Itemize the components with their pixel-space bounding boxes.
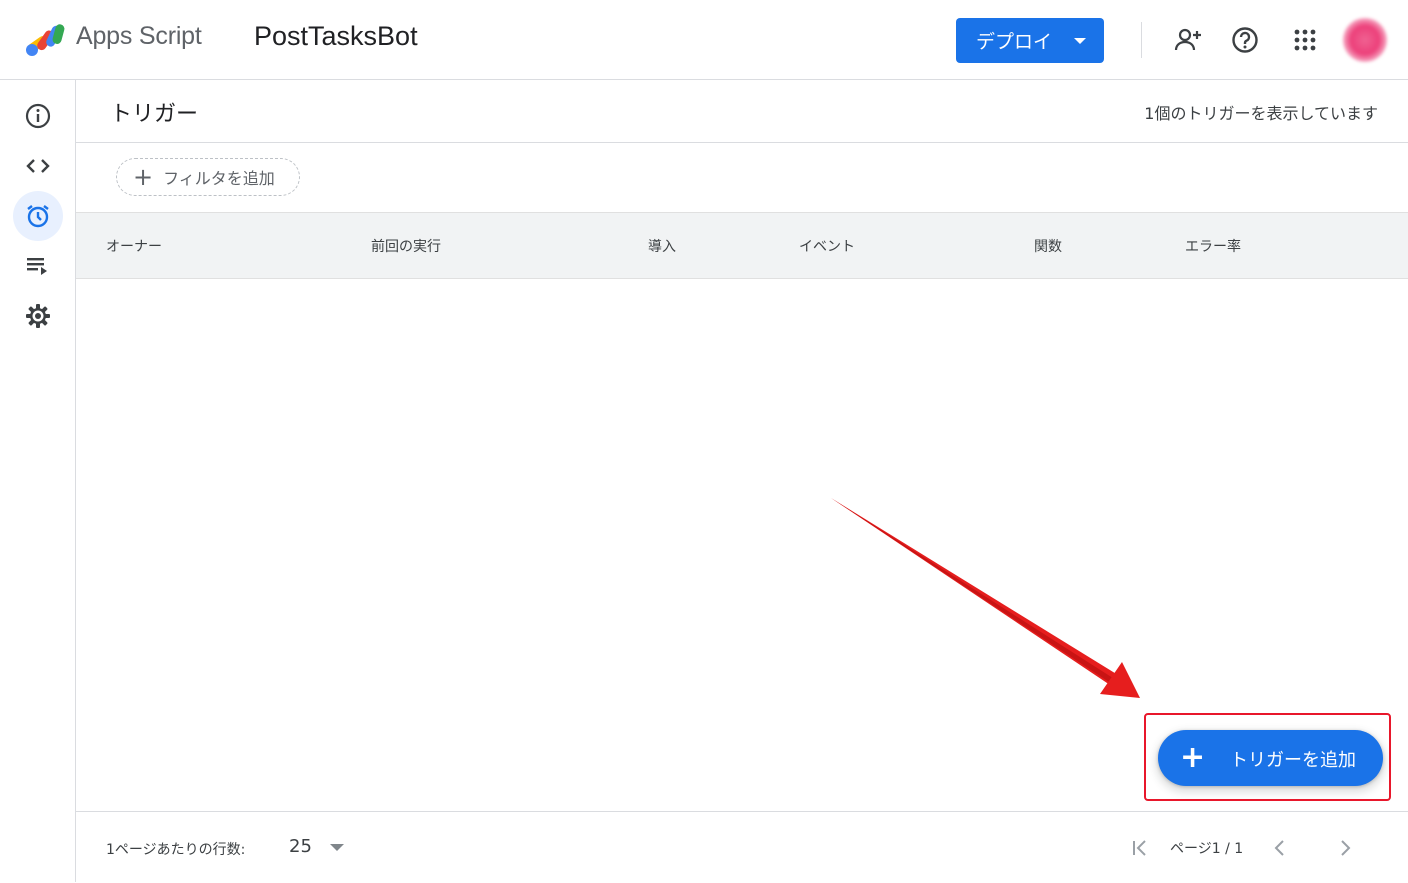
code-icon	[26, 159, 50, 173]
annotation-highlight-box	[1144, 713, 1391, 801]
nav-executions[interactable]	[13, 241, 63, 291]
table-header: オーナー 前回の実行 導入 イベント 関数 エラー率	[76, 212, 1408, 279]
add-filter-label: フィルタを追加	[163, 169, 275, 188]
page-indicator: ページ1 / 1	[1170, 841, 1244, 857]
deploy-button[interactable]: デプロイ	[956, 18, 1104, 63]
project-name[interactable]: PostTasksBot	[254, 21, 418, 52]
column-error-rate[interactable]: エラー率	[1185, 236, 1241, 256]
top-bar: Apps Script PostTasksBot デプロイ	[0, 0, 1408, 80]
column-owner[interactable]: オーナー	[106, 236, 162, 256]
rows-per-page-dropdown-icon[interactable]	[330, 844, 344, 851]
apps-script-logo-icon[interactable]	[24, 20, 68, 58]
executions-icon	[27, 258, 47, 275]
next-page-icon[interactable]	[1333, 836, 1357, 860]
plus-icon: +	[133, 163, 154, 191]
column-last-run[interactable]: 前回の実行	[371, 236, 441, 256]
column-function[interactable]: 関数	[1034, 236, 1062, 256]
share-person-add-icon[interactable]	[1172, 24, 1204, 56]
previous-page-icon[interactable]	[1268, 836, 1292, 860]
pagination-footer: 1ページあたりの行数: 25 ページ1 / 1	[76, 811, 1408, 883]
gear-icon	[26, 304, 50, 328]
nav-editor[interactable]	[13, 141, 63, 191]
page-header: トリガー 1個のトリガーを表示しています	[76, 80, 1408, 143]
column-event[interactable]: イベント	[799, 236, 855, 256]
app-name[interactable]: Apps Script	[76, 22, 202, 51]
apps-grid-icon[interactable]	[1289, 24, 1321, 56]
page-title: トリガー	[110, 102, 199, 127]
nav-triggers[interactable]	[13, 191, 63, 241]
nav-overview[interactable]	[13, 91, 63, 141]
avatar[interactable]	[1343, 18, 1387, 62]
add-filter-button[interactable]: + フィルタを追加	[116, 158, 300, 196]
toolbar-divider	[1141, 22, 1142, 58]
side-nav	[0, 80, 76, 882]
nav-settings[interactable]	[13, 291, 63, 341]
trigger-count-text: 1個のトリガーを表示しています	[1144, 104, 1378, 123]
deploy-dropdown-caret-icon	[1074, 38, 1086, 44]
rows-per-page-value[interactable]: 25	[289, 836, 312, 857]
column-deployment[interactable]: 導入	[648, 236, 676, 256]
help-icon[interactable]	[1229, 24, 1261, 56]
info-icon	[25, 103, 51, 129]
rows-per-page-label: 1ページあたりの行数:	[106, 842, 246, 858]
deploy-button-label: デプロイ	[976, 31, 1053, 53]
first-page-icon[interactable]	[1128, 836, 1152, 860]
alarm-clock-icon	[27, 205, 49, 228]
